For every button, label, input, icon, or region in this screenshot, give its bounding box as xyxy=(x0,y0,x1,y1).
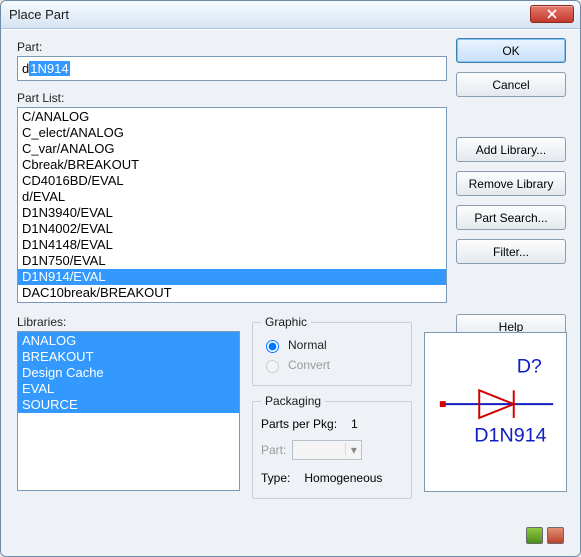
part-list-item[interactable]: DAC10break/BREAKOUT xyxy=(18,285,446,301)
chevron-down-icon: ▾ xyxy=(345,443,361,457)
part-list-item[interactable]: D1N4002/EVAL xyxy=(18,221,446,237)
place-part-dialog: Place Part OK Cancel Add Library... Remo… xyxy=(0,0,581,557)
part-list-item[interactable]: CD4016BD/EVAL xyxy=(18,173,446,189)
window-close-button[interactable] xyxy=(530,5,574,23)
preview-column: D? D1N914 xyxy=(424,315,567,507)
library-item[interactable]: SOURCE xyxy=(18,397,239,413)
graphic-legend: Graphic xyxy=(261,315,311,329)
libraries-label: Libraries: xyxy=(17,315,240,329)
graphic-normal-radio[interactable] xyxy=(266,340,279,353)
library-item[interactable]: BREAKOUT xyxy=(18,349,239,365)
library-item[interactable]: EVAL xyxy=(18,381,239,397)
part-list-item[interactable]: Cbreak/BREAKOUT xyxy=(18,157,446,173)
graphic-convert-radio xyxy=(266,360,279,373)
diode-symbol: D? D1N914 xyxy=(425,333,566,491)
part-input-prefix: d xyxy=(22,61,29,76)
packaging-part-combo: ▾ xyxy=(292,440,362,460)
preview-ref: D? xyxy=(517,356,542,378)
part-input[interactable]: d1N914 xyxy=(17,56,447,81)
type-label: Type: xyxy=(261,471,290,485)
libraries-list[interactable]: ANALOGBREAKOUTDesign CacheEVALSOURCE xyxy=(17,331,240,491)
status-icon-2[interactable] xyxy=(547,527,564,544)
part-list-item[interactable]: D1N3940/EVAL xyxy=(18,205,446,221)
lower-row: Libraries: ANALOGBREAKOUTDesign CacheEVA… xyxy=(17,315,568,507)
graphic-convert-label: Convert xyxy=(288,358,330,372)
part-list[interactable]: C/ANALOGC_elect/ANALOGC_var/ANALOGCbreak… xyxy=(17,107,447,303)
add-library-button[interactable]: Add Library... xyxy=(456,137,566,162)
button-column: OK Cancel Add Library... Remove Library … xyxy=(456,38,566,339)
status-icons xyxy=(526,527,564,544)
library-item[interactable]: Design Cache xyxy=(18,365,239,381)
part-list-item[interactable]: d/EVAL xyxy=(18,189,446,205)
status-icon-1[interactable] xyxy=(526,527,543,544)
part-list-item[interactable]: C/ANALOG xyxy=(18,109,446,125)
part-input-selection: 1N914 xyxy=(29,61,69,76)
middle-column: Graphic Normal Convert Packaging Parts p… xyxy=(252,315,412,507)
part-list-item[interactable]: C_var/ANALOG xyxy=(18,141,446,157)
packaging-legend: Packaging xyxy=(261,394,325,408)
cancel-button[interactable]: Cancel xyxy=(456,72,566,97)
graphic-normal-label: Normal xyxy=(288,338,327,352)
part-list-item[interactable]: D1N914/EVAL xyxy=(18,269,446,285)
libraries-section: Libraries: ANALOGBREAKOUTDesign CacheEVA… xyxy=(17,315,240,507)
client-area: OK Cancel Add Library... Remove Library … xyxy=(1,29,580,556)
close-icon xyxy=(547,9,557,19)
part-search-button[interactable]: Part Search... xyxy=(456,205,566,230)
ok-button[interactable]: OK xyxy=(456,38,566,63)
packaging-group: Packaging Parts per Pkg: 1 Part: ▾ Type: xyxy=(252,394,412,499)
filter-button[interactable]: Filter... xyxy=(456,239,566,264)
preview-name: D1N914 xyxy=(474,425,546,447)
library-item[interactable]: ANALOG xyxy=(18,333,239,349)
packaging-part-label: Part: xyxy=(261,443,286,457)
part-list-item[interactable]: D1N750/EVAL xyxy=(18,253,446,269)
type-value: Homogeneous xyxy=(304,471,382,485)
part-preview: D? D1N914 xyxy=(424,332,567,492)
parts-per-pkg-label: Parts per Pkg: xyxy=(261,417,337,431)
part-list-item[interactable]: C_elect/ANALOG xyxy=(18,125,446,141)
remove-library-button[interactable]: Remove Library xyxy=(456,171,566,196)
window-title: Place Part xyxy=(9,7,530,22)
titlebar: Place Part xyxy=(1,1,580,29)
graphic-group: Graphic Normal Convert xyxy=(252,315,412,386)
parts-per-pkg-value: 1 xyxy=(351,417,358,431)
part-list-item[interactable]: D1N4148/EVAL xyxy=(18,237,446,253)
